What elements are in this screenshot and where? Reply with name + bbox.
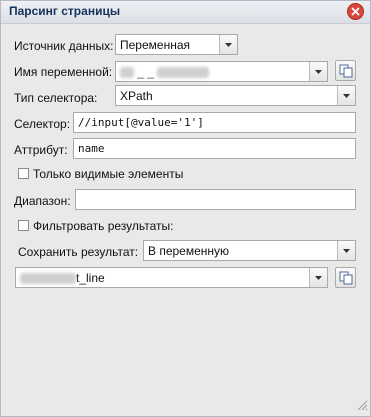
chevron-down-icon xyxy=(343,248,350,253)
data-source-value: Переменная xyxy=(120,38,190,52)
data-source-label: Источник данных: xyxy=(14,39,114,53)
attribute-label: Аттрибут: xyxy=(14,143,68,157)
variable-name-redacted-part xyxy=(157,67,210,79)
close-icon xyxy=(351,7,360,16)
output-variable-select[interactable]: t_line xyxy=(15,267,328,288)
copy-icon xyxy=(339,64,352,77)
selector-input[interactable]: //input[@value='1'] xyxy=(73,112,356,133)
attribute-input[interactable]: name xyxy=(73,138,356,159)
data-source-dropdown-button[interactable] xyxy=(219,35,237,54)
filter-results-checkbox[interactable] xyxy=(18,220,29,231)
save-result-value: В переменную xyxy=(148,244,230,258)
variable-name-redacted-part xyxy=(120,67,134,79)
variable-name-select[interactable]: _ _ xyxy=(115,61,328,82)
selector-type-value: XPath xyxy=(120,89,153,103)
output-variable-copy-button[interactable] xyxy=(335,267,356,288)
selector-type-dropdown-button[interactable] xyxy=(337,86,355,105)
close-button[interactable] xyxy=(347,3,364,20)
selector-type-select[interactable]: XPath xyxy=(115,85,356,106)
range-input[interactable] xyxy=(75,189,356,210)
title-bar[interactable]: Парсинг страницы xyxy=(1,1,370,24)
selector-label: Селектор: xyxy=(14,117,71,131)
selector-value: //input[@value='1'] xyxy=(78,116,204,129)
save-result-label: Сохранить результат: xyxy=(18,245,139,259)
attribute-value: name xyxy=(78,142,105,155)
variable-name-label: Имя переменной: xyxy=(14,65,113,79)
filter-results-label: Фильтровать результаты: xyxy=(33,219,174,233)
chevron-down-icon xyxy=(225,42,232,47)
save-result-dropdown-button[interactable] xyxy=(337,241,355,260)
output-variable-dropdown-button[interactable] xyxy=(309,268,327,287)
resize-grip[interactable] xyxy=(356,399,368,414)
copy-icon xyxy=(339,271,352,284)
variable-name-value: _ _ xyxy=(120,65,210,79)
chevron-down-icon xyxy=(343,93,350,98)
parse-page-dialog: Парсинг страницы Источник данных: Переме… xyxy=(0,0,371,417)
output-variable-redacted-part xyxy=(20,273,76,285)
chevron-down-icon xyxy=(315,275,322,280)
selector-type-label: Тип селектора: xyxy=(14,91,98,105)
visible-only-checkbox[interactable] xyxy=(18,168,29,179)
variable-name-dropdown-button[interactable] xyxy=(309,62,327,81)
output-variable-value: t_line xyxy=(20,271,105,285)
range-label: Диапазон: xyxy=(14,194,71,208)
data-source-select[interactable]: Переменная xyxy=(115,34,238,55)
dialog-title: Парсинг страницы xyxy=(9,4,121,18)
output-variable-suffix: t_line xyxy=(76,271,105,285)
save-result-select[interactable]: В переменную xyxy=(143,240,356,261)
resize-grip-icon xyxy=(357,400,368,411)
chevron-down-icon xyxy=(315,69,322,74)
variable-name-copy-button[interactable] xyxy=(335,60,356,81)
visible-only-label: Только видимые элементы xyxy=(33,167,184,181)
